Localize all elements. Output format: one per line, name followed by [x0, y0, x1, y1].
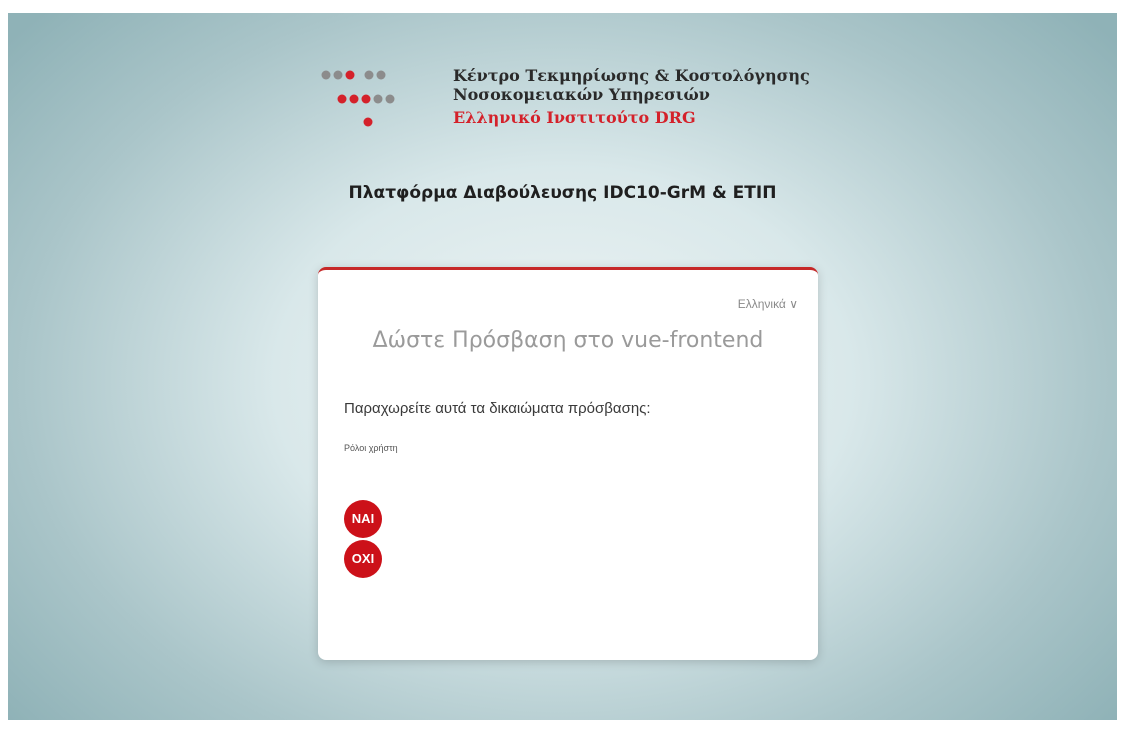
consent-card: Ελληνικά ∨ Δώστε Πρόσβαση στο vue-fronte… — [318, 267, 818, 660]
organization-logo: Κέντρο Τεκμηρίωσης & Κοστολόγησης Νοσοκο… — [318, 63, 838, 153]
org-line-3: Ελληνικό Ινστιτούτο DRG — [453, 108, 696, 127]
org-line-2: Νοσοκομειακών Υπηρεσιών — [453, 85, 710, 104]
grant-permissions-text: Παραχωρείτε αυτά τα δικαιώματα πρόσβασης… — [344, 400, 651, 417]
language-selector[interactable]: Ελληνικά ∨ — [738, 297, 798, 311]
org-line-1: Κέντρο Τεκμηρίωσης & Κοστολόγησης — [453, 66, 810, 85]
screen-background: Κέντρο Τεκμηρίωσης & Κοστολόγησης Νοσοκο… — [8, 13, 1117, 720]
no-button[interactable]: ΟΧΙ — [344, 540, 382, 578]
platform-title: Πλατφόρμα Διαβούλευσης IDC10-GrM & ΕΤΙΠ — [348, 183, 777, 203]
user-roles-label: Ρόλοι χρήστη — [344, 443, 398, 453]
logo-dots-icon — [321, 70, 395, 127]
yes-button[interactable]: ΝΑΙ — [344, 500, 382, 538]
consent-title: Δώστε Πρόσβαση στο vue-frontend — [372, 328, 764, 353]
organization-name: Κέντρο Τεκμηρίωσης & Κοστολόγησης Νοσοκο… — [453, 66, 810, 127]
